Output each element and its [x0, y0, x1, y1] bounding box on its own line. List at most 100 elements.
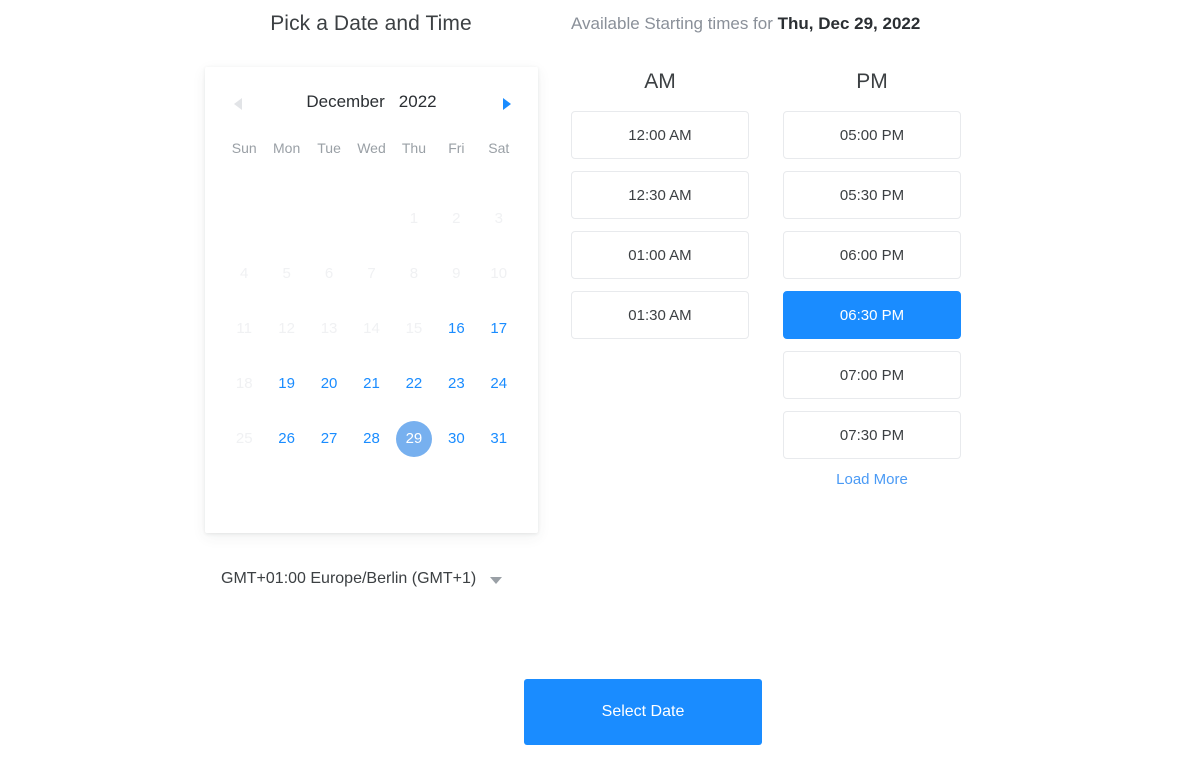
calendar-day: 15 — [393, 311, 435, 347]
calendar-day-label: 3 — [494, 210, 503, 227]
calendar-day[interactable]: 30 — [435, 421, 477, 457]
calendar-day: 7 — [350, 256, 392, 292]
next-month-button[interactable] — [494, 91, 520, 117]
calendar-day-label: 27 — [320, 430, 338, 447]
calendar-day-label: 2 — [452, 210, 461, 227]
time-slot[interactable]: 05:00 PM — [783, 111, 961, 159]
timezone-value: GMT+01:00 Europe/Berlin (GMT+1) — [221, 570, 477, 587]
triangle-right-icon — [503, 98, 511, 110]
calendar-day-empty — [350, 201, 392, 237]
calendar-day[interactable]: 24 — [478, 366, 520, 402]
calendar-day: 2 — [435, 201, 477, 237]
calendar-day-label: 9 — [452, 265, 461, 282]
weekday-label: Tue — [317, 140, 341, 156]
calendar-day: 12 — [265, 311, 307, 347]
calendar-day[interactable]: 27 — [308, 421, 350, 457]
calendar-day[interactable]: 22 — [393, 366, 435, 402]
available-times-prefix: Available Starting times for — [571, 14, 778, 33]
weekday-label: Wed — [357, 140, 386, 156]
calendar-day: 13 — [308, 311, 350, 347]
calendar-day-label: 26 — [278, 430, 295, 447]
calendar-day-label: 7 — [367, 265, 376, 282]
calendar-grid: 1 2 3 4 5 6 7 8 9 10 11 12 13 14 15 16 17 18 19 20 21 22 23 24 2… — [205, 191, 538, 466]
calendar-day-label: 22 — [405, 375, 423, 392]
calendar-day-label: 10 — [490, 265, 508, 282]
load-more-link[interactable]: Load More — [783, 471, 961, 488]
calendar-day: 5 — [265, 256, 307, 292]
time-slot[interactable]: 01:00 AM — [571, 231, 749, 279]
available-times-header: Available Starting times for Thu, Dec 29… — [571, 14, 920, 34]
time-column-title: PM — [856, 70, 888, 93]
select-date-button[interactable]: Select Date — [524, 679, 762, 745]
calendar-day[interactable]: 31 — [478, 421, 520, 457]
time-slot[interactable]: 12:30 AM — [571, 171, 749, 219]
calendar-day[interactable]: 19 — [265, 366, 307, 402]
calendar-week-row: 18 19 20 21 22 23 24 — [205, 356, 538, 411]
calendar-day[interactable]: 28 — [350, 421, 392, 457]
weekday-label: Mon — [273, 140, 301, 156]
calendar-day: 4 — [223, 256, 265, 292]
calendar-day-label: 5 — [282, 265, 291, 282]
timezone-selector[interactable]: GMT+01:00 Europe/Berlin (GMT+1) — [221, 570, 503, 588]
time-slot[interactable]: 05:30 PM — [783, 171, 961, 219]
calendar-day: 8 — [393, 256, 435, 292]
date-time-picker-page: Pick a Date and Time Available Starting … — [0, 0, 1200, 769]
calendar-day-label: 15 — [405, 320, 423, 337]
available-times-date: Thu, Dec 29, 2022 — [777, 14, 921, 33]
calendar-week-row: 11 12 13 14 15 16 17 — [205, 301, 538, 356]
calendar-day-label: 14 — [363, 320, 380, 337]
calendar-day-empty — [223, 201, 265, 237]
calendar-day-label: 17 — [490, 320, 508, 337]
calendar-day-label: 31 — [490, 430, 508, 447]
time-slot[interactable]: 07:30 PM — [783, 411, 961, 459]
calendar-day[interactable]: 16 — [435, 311, 477, 347]
weekday-label: Sun — [231, 140, 257, 156]
weekday-header-row: Sun Mon Tue Wed Thu Fri Sat — [205, 135, 538, 161]
calendar-day: 14 — [350, 311, 392, 347]
calendar-day-label: 24 — [490, 375, 508, 392]
calendar-day-label: 18 — [235, 375, 253, 392]
calendar-day-label: 8 — [409, 265, 419, 282]
calendar-day-label: 1 — [409, 210, 419, 227]
calendar-day: 10 — [478, 256, 520, 292]
calendar-day[interactable]: 23 — [435, 366, 477, 402]
time-slot-selected[interactable]: 06:30 PM — [783, 291, 961, 339]
calendar-week-row: 25 26 27 28 29 30 31 — [205, 411, 538, 466]
weekday-label: Thu — [401, 140, 426, 156]
calendar-day-label: 6 — [324, 265, 334, 282]
time-slot[interactable]: 07:00 PM — [783, 351, 961, 399]
calendar-day-label: 25 — [235, 430, 253, 447]
calendar-day[interactable]: 17 — [478, 311, 520, 347]
calendar-day-label: 20 — [320, 375, 338, 392]
calendar-day-label: 21 — [363, 375, 380, 392]
calendar-day: 25 — [223, 421, 265, 457]
calendar-card: December 2022 Sun Mon Tue Wed Thu Fri Sat 12345… — [205, 67, 538, 533]
calendar-header: December 2022 — [205, 67, 538, 135]
time-column-title: AM — [644, 70, 676, 93]
calendar-day-label: 28 — [363, 430, 380, 447]
calendar-day-empty — [308, 201, 350, 237]
time-column-pm: PM 05:00 PM 05:30 PM 06:00 PM 06:30 PM 07:00 … — [783, 70, 961, 488]
calendar-day: 9 — [435, 256, 477, 292]
calendar-day: 6 — [308, 256, 350, 292]
calendar-month-year: December 2022 — [205, 92, 538, 112]
time-slot[interactable]: 12:00 AM — [571, 111, 749, 159]
calendar-month-label: December — [306, 92, 385, 111]
calendar-day[interactable]: 20 — [308, 366, 350, 402]
calendar-day[interactable]: 21 — [350, 366, 392, 402]
calendar-day-label: 13 — [320, 320, 338, 337]
calendar-day[interactable]: 29 — [393, 420, 435, 457]
chevron-down-icon — [490, 577, 503, 584]
calendar-day[interactable]: 26 — [265, 421, 307, 457]
time-slot[interactable]: 01:30 AM — [571, 291, 749, 339]
calendar-day-label: 11 — [236, 320, 252, 337]
calendar-day-empty — [265, 201, 307, 237]
calendar-day-label: 12 — [278, 320, 295, 337]
calendar-day-label: 23 — [448, 375, 465, 392]
calendar-day-label: 16 — [448, 320, 465, 337]
time-slot[interactable]: 06:00 PM — [783, 231, 961, 279]
calendar-day-label: 29 — [395, 420, 432, 457]
time-column-am: AM 12:00 AM 12:30 AM 01:00 AM 01:30 AM — [571, 70, 749, 488]
page-title: Pick a Date and Time — [270, 12, 472, 35]
calendar-week-row: 4 5 6 7 8 9 10 — [205, 246, 538, 301]
